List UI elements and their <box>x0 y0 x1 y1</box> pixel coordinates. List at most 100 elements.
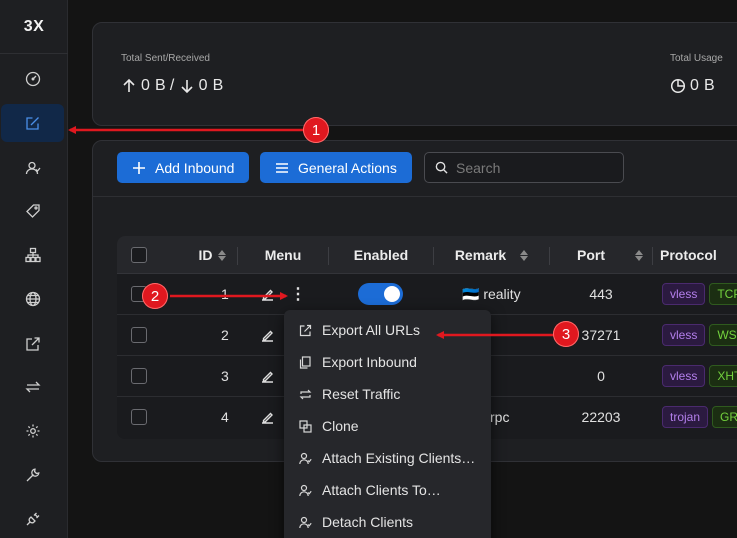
sidebar-item-tools[interactable] <box>1 456 64 494</box>
row-port: 443 <box>589 286 613 302</box>
row-id: 3 <box>221 368 229 384</box>
menu-item-attach-clients-to[interactable]: Attach Clients To… <box>284 474 491 506</box>
sent-received-separator: / <box>169 77 175 94</box>
tag-icon <box>25 204 40 218</box>
copy-icon <box>299 355 311 369</box>
row-id: 1 <box>221 286 229 302</box>
gear-icon <box>26 424 39 438</box>
total-sent-received-value: 0 B / 0 B <box>121 77 224 95</box>
table-header: ID Menu Enabled Remark Port Protocol <box>117 236 737 274</box>
sort-icon <box>217 249 226 261</box>
general-actions-button[interactable]: General Actions <box>260 152 412 183</box>
users-icon <box>25 161 40 175</box>
protocol-tag: vless <box>662 283 706 305</box>
table-row[interactable]: 1 ⋮ 🇪🇪 reality 443 vless TCP <box>117 274 737 315</box>
sidebar-item-nodes[interactable] <box>1 236 64 274</box>
sent-value: 0 B <box>141 77 166 94</box>
column-header-protocol: Protocol <box>660 247 717 263</box>
users-icon <box>299 516 312 528</box>
edit-icon[interactable] <box>260 356 275 396</box>
block-icon <box>299 419 312 433</box>
row-protocol: vless WS <box>662 315 737 355</box>
row-id: 2 <box>221 327 229 343</box>
arrow-up-icon <box>123 78 135 92</box>
arrow-down-icon <box>181 80 193 94</box>
row-protocol: vless XHT <box>662 356 737 396</box>
column-header-id[interactable]: ID <box>187 236 237 274</box>
transport-tag: GR <box>712 406 737 428</box>
menu-item-reset-traffic[interactable]: Reset Traffic <box>284 378 491 410</box>
select-all-checkbox[interactable] <box>131 236 147 274</box>
wrench-icon <box>26 468 40 482</box>
sort-icon <box>520 249 529 261</box>
search-icon <box>435 161 448 174</box>
sidebar-item-routing[interactable] <box>1 368 64 406</box>
edit-square-icon <box>25 117 39 130</box>
transport-tag: TCP <box>709 283 737 305</box>
row-checkbox[interactable] <box>131 397 147 437</box>
sidebar-item-dashboard[interactable] <box>1 60 64 98</box>
total-usage-value: 0 B <box>670 77 715 95</box>
row-port: 22203 <box>581 409 621 425</box>
row-checkbox[interactable] <box>131 356 147 396</box>
sidebar-item-export[interactable] <box>1 325 64 363</box>
add-inbound-button[interactable]: Add Inbound <box>117 152 250 183</box>
edit-icon[interactable] <box>260 397 275 437</box>
sort-icon <box>635 249 643 261</box>
total-usage-label: Total Usage <box>670 53 723 64</box>
pie-chart-icon <box>670 78 686 94</box>
sidebar-item-settings[interactable] <box>1 412 64 450</box>
sidebar-item-clients[interactable] <box>1 149 64 187</box>
sidebar: 3X <box>0 0 68 538</box>
row-remark: 🇪🇪 reality <box>462 285 521 302</box>
enabled-toggle[interactable] <box>358 274 403 314</box>
annotation-callout-3: 3 <box>553 321 579 347</box>
protocol-tag: vless <box>662 324 706 346</box>
sidebar-item-tags[interactable] <box>1 192 64 230</box>
menu-item-clone[interactable]: Clone <box>284 410 491 442</box>
edit-icon[interactable] <box>260 315 275 355</box>
plus-icon <box>133 161 145 174</box>
export-icon <box>299 324 312 336</box>
network-icon <box>24 247 41 263</box>
transport-tag: WS <box>709 324 737 346</box>
row-checkbox[interactable] <box>131 315 147 355</box>
search-placeholder: Search <box>456 159 501 176</box>
app-logo: 3X <box>0 0 68 54</box>
sidebar-item-inbounds[interactable] <box>1 104 64 142</box>
column-header-remark[interactable]: Remark <box>434 236 549 274</box>
menu-item-detach-clients[interactable]: Detach Clients <box>284 506 491 538</box>
swap-icon <box>24 381 41 393</box>
protocol-tag: vless <box>662 365 706 387</box>
row-protocol: trojan GR <box>662 397 737 437</box>
edit-icon[interactable] <box>260 274 275 314</box>
column-header-menu: Menu <box>264 247 302 263</box>
users-icon <box>299 452 312 464</box>
column-header-port[interactable]: Port <box>550 236 652 274</box>
column-header-enabled: Enabled <box>353 247 409 263</box>
general-actions-label: General Actions <box>298 159 397 176</box>
toolbar-divider <box>93 196 737 197</box>
speedometer-icon <box>25 71 40 87</box>
row-id: 4 <box>221 409 229 425</box>
transport-tag: XHT <box>709 365 737 387</box>
more-menu-icon[interactable]: ⋮ <box>290 274 306 314</box>
menu-item-export-all-urls[interactable]: Export All URLs <box>284 314 491 346</box>
search-input[interactable]: Search <box>424 152 624 183</box>
protocol-tag: trojan <box>662 406 709 428</box>
users-icon <box>299 484 312 496</box>
sidebar-item-xray[interactable] <box>1 280 64 318</box>
menu-icon <box>276 162 288 173</box>
row-actions-menu: Export All URLs Export Inbound Reset Tra… <box>284 310 491 538</box>
annotation-callout-1: 1 <box>303 117 329 143</box>
menu-item-attach-existing-clients[interactable]: Attach Existing Clients… <box>284 442 491 474</box>
row-port: 0 <box>597 368 605 384</box>
retweet-icon <box>299 389 312 399</box>
stats-card: Total Sent/Received 0 B / 0 B Total Usag… <box>92 22 737 126</box>
total-sent-received-label: Total Sent/Received <box>121 53 210 64</box>
menu-item-export-inbound[interactable]: Export Inbound <box>284 346 491 378</box>
sidebar-item-api[interactable] <box>1 500 64 538</box>
annotation-callout-2: 2 <box>142 283 168 309</box>
row-protocol: vless TCP <box>662 274 737 314</box>
received-value: 0 B <box>198 77 224 94</box>
